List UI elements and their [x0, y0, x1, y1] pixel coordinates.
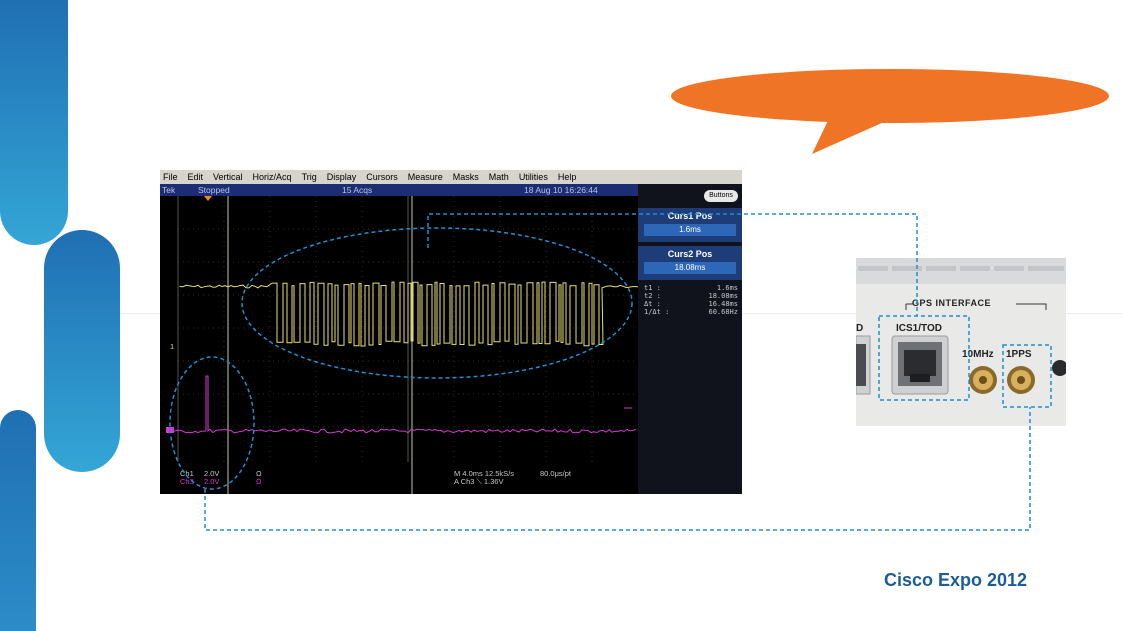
scope-status-bar: Tek Stopped 15 Acqs 18 Aug 10 16:26:44 — [160, 184, 638, 196]
10mhz-label: 10MHz — [962, 349, 994, 360]
oscilloscope-screenshot: File Edit Vertical Horiz/Acq Trig Display Curs… — [160, 170, 742, 494]
cursor1-position-box[interactable]: Curs1 Pos 1.6ms — [638, 208, 742, 242]
menu-utilities[interactable]: Utilities — [519, 172, 548, 182]
port-d-label: D — [856, 323, 864, 334]
readout-value: 1.6ms — [716, 284, 738, 292]
decorative-blue-bar-middle — [44, 230, 120, 472]
ch1-marker: 1 — [170, 342, 175, 351]
cursor1-title: Curs1 Pos — [667, 211, 713, 221]
menu-help[interactable]: Help — [558, 172, 577, 182]
cursor2-title: Curs2 Pos — [667, 249, 713, 259]
gps-interface-photo: GPS INTERFACE ICS1/TOD 10MHz 1PPS D — [856, 258, 1066, 426]
menu-edit[interactable]: Edit — [188, 172, 204, 182]
ch3-ground-marker — [166, 427, 174, 433]
ch3-label: Ch3 — [180, 477, 194, 486]
event-footer: Cisco Expo 2012 — [884, 570, 1028, 590]
decorative-blue-bar-top — [0, 0, 68, 245]
ch3-trace — [173, 375, 637, 434]
scope-datetime: 18 Aug 10 16:26:44 — [524, 185, 598, 195]
1pps-label: 1PPS — [1006, 349, 1032, 360]
menu-cursors[interactable]: Cursors — [366, 172, 398, 182]
cursor1-value: 1.6ms — [644, 224, 736, 236]
waveform-display — [166, 196, 638, 494]
cursor-readout: t1 : 1.6ms t2 : 18.08ms Δt : 16.48ms 1/Δt : 60.… — [644, 284, 738, 316]
readout-row: t1 : 1.6ms — [644, 284, 738, 292]
menu-display[interactable]: Display — [327, 172, 357, 182]
ch1-trace — [179, 281, 638, 347]
readout-key: 1/Δt : — [644, 308, 670, 316]
buttons-toggle[interactable]: Buttons — [704, 190, 738, 202]
menu-file[interactable]: File — [163, 172, 178, 182]
readout-key: t1 : — [644, 284, 661, 292]
trigger-position-marker — [204, 196, 212, 201]
scope-brand: Tek — [162, 185, 176, 195]
readout-row: Δt : 16.48ms — [644, 300, 738, 308]
cursor-side-panel: Buttons Curs1 Pos 1.6ms Curs2 Pos 18.08m… — [638, 184, 742, 494]
speech-bubble-callout — [671, 69, 1109, 154]
menu-vertical[interactable]: Vertical — [213, 172, 243, 182]
readout-value: 18.08ms — [708, 292, 738, 300]
gps-interface-label: GPS INTERFACE — [912, 298, 992, 308]
menu-horizacq[interactable]: Horiz/Acq — [253, 172, 292, 182]
readout-row: t2 : 18.08ms — [644, 292, 738, 300]
cursor2-position-box[interactable]: Curs2 Pos 18.08ms — [638, 246, 742, 280]
readout-key: t2 : — [644, 292, 661, 300]
acquisition-state: Stopped — [198, 185, 230, 195]
decorative-blue-bar-bottom — [0, 410, 36, 631]
menu-masks[interactable]: Masks — [453, 172, 479, 182]
menu-trig[interactable]: Trig — [302, 172, 317, 182]
trigger-readout: A Ch3 ⟍ 1.36V — [454, 477, 504, 486]
readout-key: Δt : — [644, 300, 661, 308]
ch3-coupling: Ω — [256, 477, 262, 486]
acquisition-count: 15 Acqs — [342, 185, 373, 195]
menu-math[interactable]: Math — [489, 172, 509, 182]
readout-value: 16.48ms — [708, 300, 738, 308]
scope-menu-bar: File Edit Vertical Horiz/Acq Trig Display Curs… — [160, 170, 742, 184]
ch3-scale: 2.0V — [204, 477, 220, 486]
readout-value: 60.68Hz — [708, 308, 738, 316]
resolution-readout: 80.0μs/pt — [540, 469, 572, 478]
cursor2-value: 18.08ms — [644, 262, 736, 274]
readout-row: 1/Δt : 60.68Hz — [644, 308, 738, 316]
menu-measure[interactable]: Measure — [408, 172, 443, 182]
port-panel-illustration — [856, 258, 1066, 426]
ics-tod-label: ICS1/TOD — [896, 323, 942, 334]
